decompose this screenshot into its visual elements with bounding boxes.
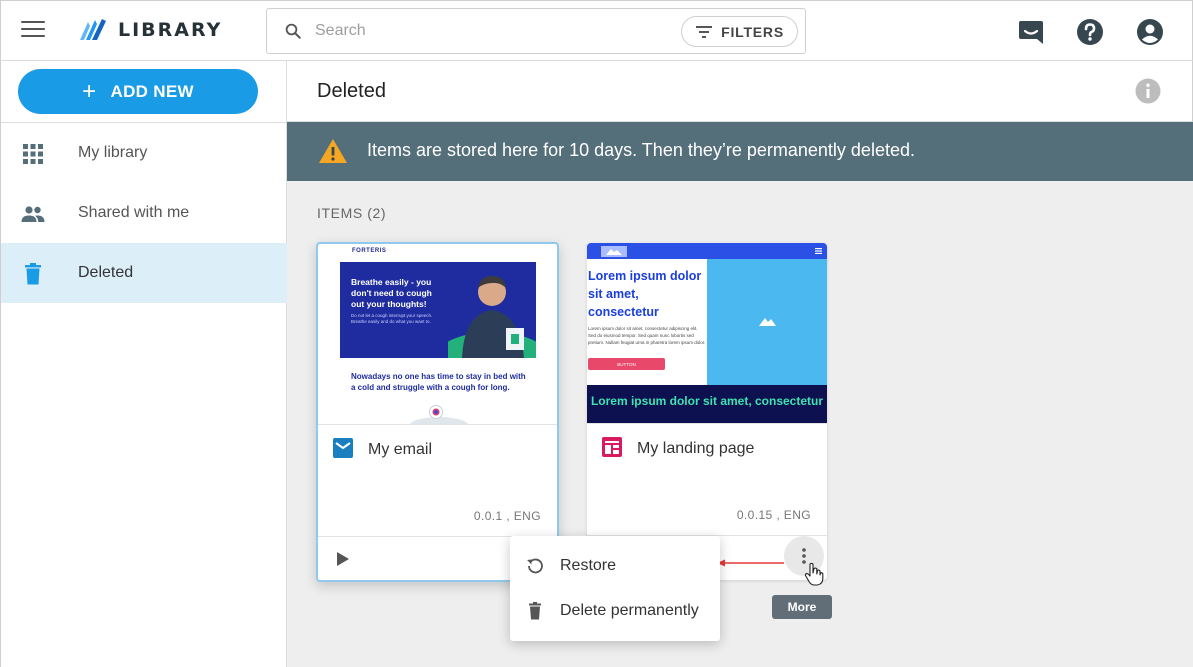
app-logo[interactable]: Library	[78, 15, 222, 45]
pointer-arrow-icon	[717, 559, 784, 567]
email-brand: FORTERIS	[352, 248, 387, 254]
banner-text: Items are stored here for 10 days. Then …	[367, 140, 915, 160]
sidebar-item-deleted[interactable]: Deleted	[1, 243, 287, 303]
email-preview: FORTERIS Breathe easily - you don't need…	[340, 244, 536, 424]
page-title: Deleted	[317, 80, 386, 102]
menu-item-label: Restore	[560, 557, 617, 574]
trash-icon	[25, 263, 41, 285]
sidebar-item-label: Deleted	[78, 264, 134, 281]
app-title: Library	[118, 19, 223, 41]
retention-banner: Items are stored here for 10 days. Then …	[287, 122, 1193, 181]
image-placeholder-icon	[759, 318, 776, 326]
email-illustration-icon	[409, 405, 469, 424]
landing-page-thumbnail[interactable]: Lorem ipsum dolor sit amet, consectetur …	[587, 243, 827, 424]
landing-image-block	[707, 259, 827, 385]
hamburger-menu-icon[interactable]	[21, 21, 45, 39]
email-hero: Breathe easily - you don't need to cough…	[340, 262, 536, 358]
plus-icon: +	[82, 77, 97, 105]
landing-cta-button: BUTTON	[588, 358, 665, 370]
sidebar-item-label: Shared with me	[78, 204, 190, 221]
item-card-email[interactable]: FORTERIS Breathe easily - you don't need…	[316, 242, 559, 582]
items-count-label: ITEMS (2)	[317, 205, 387, 221]
restore-menu-item[interactable]: Restore	[510, 544, 720, 588]
hand-cursor-icon	[804, 562, 824, 586]
menu-item-label: Delete permanently	[560, 602, 699, 619]
person-photo-icon	[448, 276, 536, 358]
add-new-button[interactable]: + ADD NEW	[18, 69, 258, 114]
landing-paragraph: Lorem ipsum dolor sit amet, consectetur …	[588, 326, 706, 345]
card-version-meta: 0.0.1 , ENG	[473, 509, 541, 523]
landing-menu-icon	[815, 248, 822, 254]
inbox-icon[interactable]	[1017, 18, 1045, 46]
help-icon[interactable]	[1076, 18, 1104, 46]
card-version-meta: 0.0.15 , ENG	[736, 508, 811, 522]
add-new-label: ADD NEW	[110, 81, 194, 101]
warning-icon	[319, 139, 347, 163]
item-card-landing-page[interactable]: Lorem ipsum dolor sit amet, consectetur …	[587, 243, 827, 580]
delete-permanently-menu-item[interactable]: Delete permanently	[510, 589, 720, 633]
more-tooltip: More	[772, 595, 832, 619]
email-thumbnail[interactable]: FORTERIS Breathe easily - you don't need…	[318, 244, 557, 425]
landing-text-block: Lorem ipsum dolor sit amet, consectetur …	[587, 259, 707, 385]
search-input[interactable]	[315, 17, 675, 45]
sidebar: + ADD NEW My library Shared with me Dele…	[0, 61, 287, 667]
card-title: My landing page	[637, 440, 755, 457]
filters-label: FILTERS	[721, 23, 784, 40]
sidebar-item-label: My library	[78, 144, 148, 161]
sidebar-nav: My library Shared with me Deleted	[1, 122, 287, 303]
landing-nav-bar	[587, 243, 827, 259]
card-title: My email	[368, 441, 433, 458]
landing-page-type-icon	[602, 437, 622, 457]
play-icon[interactable]	[336, 551, 350, 567]
grid-icon	[23, 144, 43, 164]
email-hero-text: Breathe easily - you don't need to cough…	[351, 277, 432, 309]
landing-footer-block: Lorem ipsum dolor sit amet, consectetur	[587, 385, 827, 423]
account-icon[interactable]	[1136, 18, 1164, 46]
context-menu: Restore Delete permanently	[510, 536, 720, 641]
filter-icon	[696, 25, 713, 38]
top-bar: Library FILTERS	[0, 0, 1193, 61]
page-header: Deleted	[287, 61, 1193, 122]
filters-button[interactable]: FILTERS	[681, 16, 798, 47]
email-type-icon	[333, 438, 353, 458]
sidebar-item-shared-with-me[interactable]: Shared with me	[1, 183, 287, 243]
sidebar-item-my-library[interactable]: My library	[1, 123, 287, 183]
landing-footer-heading: Lorem ipsum dolor sit amet, consectetur	[590, 394, 824, 408]
people-icon	[21, 206, 45, 222]
library-logo-icon	[80, 19, 106, 40]
email-subheading: Nowadays no one has time to stay in bed …	[351, 372, 526, 392]
landing-logo-icon	[601, 246, 627, 257]
trash-icon	[529, 602, 541, 620]
landing-heading: Lorem ipsum dolor sit amet, consectetur	[588, 269, 702, 319]
restore-icon	[527, 558, 543, 574]
search-bar: FILTERS	[266, 8, 806, 54]
search-icon	[285, 23, 301, 39]
info-icon[interactable]	[1135, 78, 1161, 104]
email-hero-subtext: Do not let a cough interrupt your speech…	[351, 313, 433, 324]
